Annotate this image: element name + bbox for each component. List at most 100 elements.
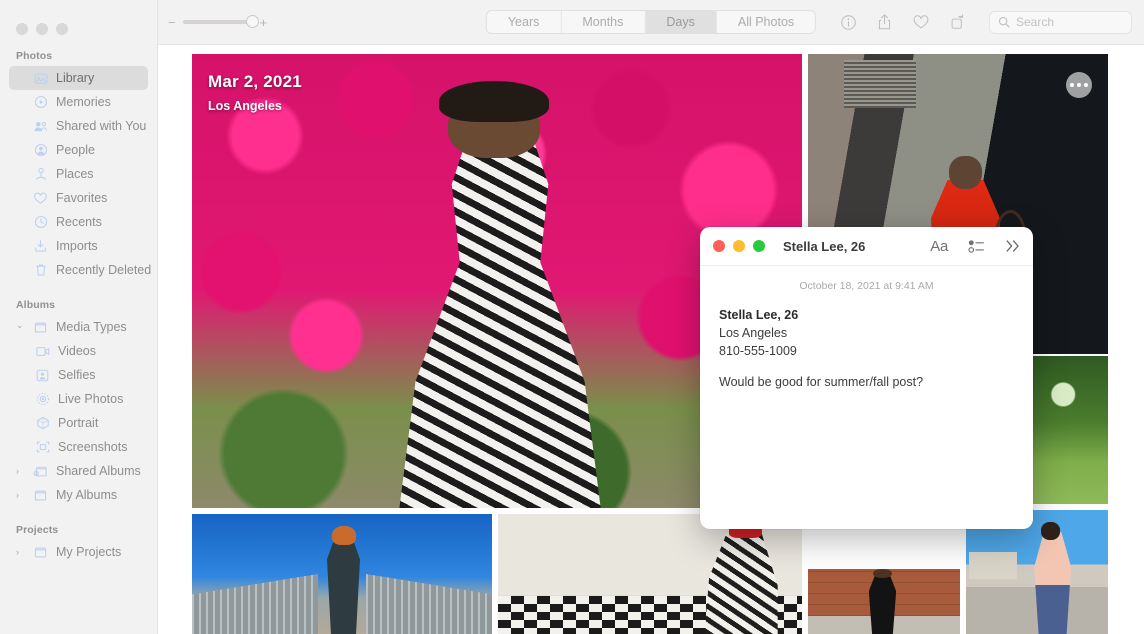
notes-traffic-lights bbox=[713, 240, 765, 252]
chevron-right-icon[interactable]: › bbox=[16, 466, 26, 476]
sidebar-item-shared-with-you[interactable]: Shared with You bbox=[9, 114, 148, 138]
tab-all-photos[interactable]: All Photos bbox=[717, 11, 815, 33]
search-input[interactable]: Search bbox=[989, 10, 1132, 34]
sidebar-item-places[interactable]: Places bbox=[9, 162, 148, 186]
info-icon[interactable] bbox=[840, 14, 857, 31]
notes-minimize-button[interactable] bbox=[733, 240, 745, 252]
zoom-slider-knob[interactable] bbox=[245, 15, 259, 28]
format-text-icon[interactable]: Aa bbox=[930, 238, 948, 255]
sidebar-item-label: My Projects bbox=[56, 545, 122, 559]
clock-icon bbox=[33, 215, 48, 230]
note-timestamp: October 18, 2021 at 9:41 AM bbox=[799, 280, 934, 292]
chevron-right-icon[interactable]: › bbox=[16, 490, 26, 500]
sidebar-item-label: Selfies bbox=[58, 368, 96, 382]
sidebar-item-label: Places bbox=[56, 167, 94, 181]
view-mode-segmented-control[interactable]: Years Months Days All Photos bbox=[485, 10, 817, 34]
sidebar-item-label: Videos bbox=[58, 344, 96, 358]
note-line: Los Angeles bbox=[719, 326, 788, 341]
toolbar-actions: Search bbox=[840, 10, 1132, 34]
video-icon bbox=[35, 344, 50, 359]
close-button[interactable] bbox=[16, 23, 28, 35]
sidebar-item-my-projects[interactable]: › My Projects bbox=[9, 540, 148, 564]
zoom-in-label[interactable]: + bbox=[260, 15, 268, 30]
zoom-slider-track[interactable] bbox=[182, 15, 259, 28]
sidebar-item-my-albums[interactable]: › My Albums bbox=[9, 483, 148, 507]
chevron-right-icon[interactable]: › bbox=[16, 547, 26, 557]
expand-chevrons-icon[interactable] bbox=[1005, 239, 1021, 253]
sidebar-item-label: People bbox=[56, 143, 95, 157]
notes-window[interactable]: Stella Lee, 26 Aa October 18, 2021 at 9:… bbox=[700, 227, 1033, 529]
zoom-button[interactable] bbox=[56, 23, 68, 35]
trash-icon bbox=[33, 263, 48, 278]
photo-tile[interactable] bbox=[192, 514, 492, 634]
share-icon[interactable] bbox=[876, 13, 893, 31]
sidebar-item-videos[interactable]: Videos bbox=[9, 339, 148, 363]
checklist-icon[interactable] bbox=[968, 239, 985, 254]
tab-years[interactable]: Years bbox=[487, 11, 562, 33]
heart-icon bbox=[33, 191, 48, 206]
zoom-slider[interactable]: − + bbox=[168, 15, 267, 30]
sidebar-item-imports[interactable]: Imports bbox=[9, 234, 148, 258]
folder-icon bbox=[33, 320, 48, 335]
sidebar-item-favorites[interactable]: Favorites bbox=[9, 186, 148, 210]
library-icon bbox=[33, 71, 48, 86]
dot bbox=[1084, 83, 1088, 87]
tab-days[interactable]: Days bbox=[645, 11, 717, 33]
photo-date: Mar 2, 2021 bbox=[208, 72, 302, 91]
note-blank-line bbox=[719, 360, 1014, 373]
photo-tile[interactable] bbox=[498, 514, 802, 634]
sidebar-item-label: Recently Deleted bbox=[56, 263, 152, 277]
search-placeholder: Search bbox=[1016, 15, 1055, 29]
tab-months[interactable]: Months bbox=[561, 11, 646, 33]
sidebar-item-label: Portrait bbox=[58, 416, 99, 430]
photo-tile[interactable] bbox=[808, 569, 960, 634]
folder-icon bbox=[33, 488, 48, 503]
heart-icon[interactable] bbox=[912, 14, 930, 30]
sidebar-item-label: Live Photos bbox=[58, 392, 124, 406]
search-icon bbox=[998, 16, 1010, 28]
sidebar-item-recently-deleted[interactable]: Recently Deleted bbox=[9, 258, 152, 282]
rotate-icon[interactable] bbox=[949, 13, 966, 31]
sidebar-item-label: Recents bbox=[56, 215, 102, 229]
portrait-icon bbox=[35, 416, 50, 431]
sidebar-item-label: Favorites bbox=[56, 191, 108, 205]
dot bbox=[1070, 83, 1074, 87]
minimize-button[interactable] bbox=[36, 23, 48, 35]
screenshot-icon bbox=[35, 440, 50, 455]
notes-titlebar: Stella Lee, 26 Aa bbox=[700, 227, 1033, 266]
sidebar-item-label: Shared with You bbox=[56, 119, 147, 133]
more-options-button[interactable] bbox=[1066, 72, 1092, 98]
sidebar-item-shared-albums[interactable]: › Shared Albums bbox=[9, 459, 148, 483]
places-icon bbox=[33, 167, 48, 182]
chevron-down-icon[interactable]: ⌄ bbox=[16, 320, 26, 330]
sidebar-item-portrait[interactable]: Portrait bbox=[9, 411, 148, 435]
zoom-out-label[interactable]: − bbox=[168, 15, 176, 30]
shared-with-you-icon bbox=[33, 119, 48, 134]
main-window-traffic-lights bbox=[0, 0, 157, 44]
notes-body[interactable]: October 18, 2021 at 9:41 AM Stella Lee, … bbox=[700, 266, 1033, 529]
sidebar-item-label: Media Types bbox=[56, 320, 127, 334]
sidebar: Photos Library Memories Shared with You Peop… bbox=[0, 0, 158, 634]
notes-zoom-button[interactable] bbox=[753, 240, 765, 252]
sidebar-item-live-photos[interactable]: Live Photos bbox=[9, 387, 148, 411]
sidebar-item-library[interactable]: Library bbox=[9, 66, 148, 90]
sidebar-item-media-types[interactable]: ⌄ Media Types bbox=[9, 315, 148, 339]
notes-close-button[interactable] bbox=[713, 240, 725, 252]
sidebar-item-recents[interactable]: Recents bbox=[9, 210, 148, 234]
sidebar-item-memories[interactable]: Memories bbox=[9, 90, 148, 114]
note-line: Stella Lee, 26 bbox=[719, 308, 799, 322]
sidebar-section-title: Albums bbox=[16, 299, 56, 311]
hero-caption: Mar 2, 2021 Los Angeles bbox=[208, 72, 302, 113]
sidebar-item-people[interactable]: People bbox=[9, 138, 148, 162]
shared-album-icon bbox=[33, 464, 48, 479]
import-icon bbox=[33, 239, 48, 254]
sidebar-item-label: Memories bbox=[56, 95, 111, 109]
note-line: Would be good for summer/fall post? bbox=[719, 375, 924, 390]
sidebar-item-screenshots[interactable]: Screenshots bbox=[9, 435, 148, 459]
memories-icon bbox=[33, 95, 48, 110]
live-photo-icon bbox=[35, 392, 50, 407]
sidebar-item-label: Imports bbox=[56, 239, 98, 253]
sidebar-item-selfies[interactable]: Selfies bbox=[9, 363, 148, 387]
sidebar-item-label: Library bbox=[56, 71, 95, 85]
